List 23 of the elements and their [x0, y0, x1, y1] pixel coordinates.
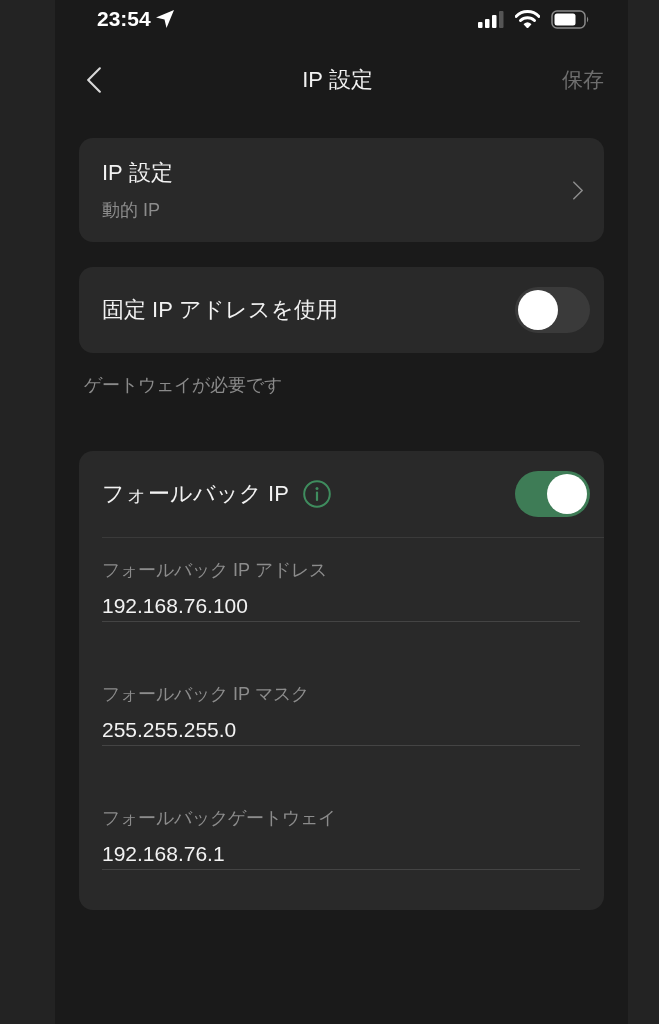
- location-arrow-icon: [154, 9, 175, 29]
- signal-icon: [478, 10, 504, 28]
- setting-label: フォールバック IP: [102, 480, 289, 508]
- ip-input-field[interactable]: 192.168.76.1: [102, 839, 580, 870]
- battery-icon: [551, 9, 590, 29]
- page-title: IP 設定: [302, 66, 373, 94]
- ip-setting-row[interactable]: IP 設定 動的 IP: [79, 138, 604, 242]
- toggle-switch[interactable]: [515, 471, 590, 517]
- info-icon[interactable]: [302, 480, 331, 508]
- status-time: 23:54: [97, 7, 151, 31]
- field-label: フォールバック IP マスク: [102, 683, 310, 706]
- back-chevron-icon: [87, 67, 101, 93]
- row-value: 動的 IP: [102, 198, 161, 222]
- hint-text: ゲートウェイが必要です: [83, 374, 283, 397]
- wifi-icon: [515, 10, 540, 28]
- chevron-right-icon: [573, 180, 583, 200]
- field-label: フォールバック IP アドレス: [102, 559, 328, 582]
- toggle-switch[interactable]: [515, 287, 590, 333]
- row-title: IP 設定: [102, 158, 173, 187]
- ip-input-field[interactable]: 255.255.255.0: [102, 715, 580, 746]
- setting-label: 固定 IP アドレスを使用: [102, 296, 338, 324]
- ip-input-field[interactable]: 192.168.76.100: [102, 591, 580, 622]
- field-label: フォールバックゲートウェイ: [102, 807, 337, 830]
